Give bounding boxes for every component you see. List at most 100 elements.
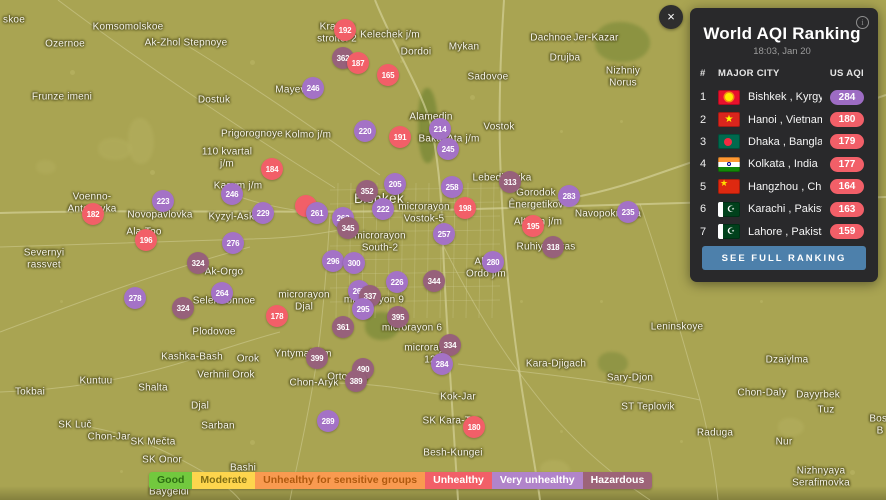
aqi-marker[interactable]: 324 [172, 297, 194, 319]
aqi-marker[interactable]: 264 [211, 282, 233, 304]
aqi-marker[interactable]: 296 [322, 250, 344, 272]
aqi-marker[interactable]: 195 [522, 215, 544, 237]
city-name: Hanoi , Vietnam [748, 114, 822, 126]
map-place-label: Dayyrbek [796, 389, 840, 401]
column-rank: # [700, 68, 710, 79]
city-name: Karachi , Pakistan [748, 203, 822, 215]
aqi-marker[interactable]: 182 [82, 203, 104, 225]
panel-timestamp: 18:03, Jan 20 [700, 46, 864, 57]
aqi-value-badge: 180 [830, 112, 864, 127]
aqi-marker[interactable]: 276 [222, 232, 244, 254]
map-place-label: Severnyi rassvet [24, 248, 65, 271]
map-place-label: Dzaiylma [766, 354, 809, 366]
world-aqi-ranking-panel: i World AQI Ranking 18:03, Jan 20 # MAJO… [690, 8, 878, 282]
aqi-marker[interactable]: 278 [124, 287, 146, 309]
map-place-label: Vostok [483, 121, 514, 133]
legend-item: Hazardous [583, 472, 653, 489]
aqi-marker[interactable]: 196 [135, 229, 157, 251]
map-place-label: microrayon South-2 [354, 231, 405, 254]
aqi-marker[interactable]: 192 [334, 19, 356, 41]
aqi-marker[interactable]: 324 [187, 252, 209, 274]
panel-title: World AQI Ranking [700, 24, 864, 44]
kg-flag-icon [718, 90, 740, 105]
aqi-marker[interactable]: 235 [617, 201, 639, 223]
close-panel-button[interactable]: × [659, 5, 683, 29]
aqi-marker[interactable]: 191 [389, 126, 411, 148]
aqi-value-badge: 177 [830, 157, 864, 172]
map-place-label: 110 kvartal j/m [202, 147, 252, 170]
aqi-marker[interactable]: 223 [152, 190, 174, 212]
map-place-label: Prigorognoye [221, 128, 283, 140]
map-place-label: microrayon Vostok-5 [398, 202, 449, 225]
aqi-marker[interactable]: 352 [356, 180, 378, 202]
ranking-row[interactable]: 6Karachi , Pakistan163 [700, 198, 864, 220]
map-place-label: Nur [776, 436, 793, 448]
map-place-label: Mykan [449, 41, 479, 53]
aqi-marker[interactable]: 246 [221, 183, 243, 205]
aqi-marker[interactable]: 284 [431, 353, 453, 375]
aqi-marker[interactable]: 361 [332, 316, 354, 338]
map-place-label: Tokbai [15, 386, 45, 398]
map-place-label: Sary-Djon [607, 372, 653, 384]
map-place-label: Verhnii Orok [197, 369, 254, 381]
aqi-marker[interactable]: 258 [441, 176, 463, 198]
ranking-row[interactable]: 7Lahore , Pakistan159 [700, 220, 864, 242]
map-place-label: Kolmo j/m [285, 129, 331, 141]
legend-item: Good [149, 472, 192, 489]
aqi-marker[interactable]: 180 [463, 416, 485, 438]
vn-flag-icon [718, 112, 740, 127]
rank-number: 7 [700, 226, 710, 238]
aqi-marker[interactable]: 226 [386, 271, 408, 293]
aqi-marker[interactable]: 399 [306, 347, 328, 369]
aqi-marker[interactable]: 246 [302, 77, 324, 99]
aqi-marker[interactable]: 313 [499, 171, 521, 193]
info-icon[interactable]: i [856, 16, 869, 29]
aqi-marker[interactable]: 178 [266, 305, 288, 327]
aqi-marker[interactable]: 220 [354, 120, 376, 142]
aqi-marker[interactable]: 295 [352, 298, 374, 320]
aqi-marker[interactable]: 318 [542, 236, 564, 258]
aqi-value-badge: 284 [830, 90, 864, 105]
aqi-marker[interactable]: 389 [345, 370, 367, 392]
cn-flag-icon [718, 179, 740, 194]
aqi-marker[interactable]: 198 [454, 197, 476, 219]
aqi-marker[interactable]: 261 [306, 202, 328, 224]
see-full-ranking-button[interactable]: SEE FULL RANKING [702, 246, 866, 270]
ranking-row[interactable]: 4Kolkata , India177 [700, 153, 864, 175]
aqi-marker[interactable]: 289 [317, 410, 339, 432]
aqi-marker[interactable]: 345 [337, 217, 359, 239]
legend-item: Very unhealthy [492, 472, 583, 489]
map-place-label: Chon-Daly [737, 387, 786, 399]
aqi-value-badge: 164 [830, 179, 864, 194]
aqi-marker[interactable]: 184 [261, 158, 283, 180]
map-place-label: SK Onor [142, 454, 182, 466]
aqi-marker[interactable]: 344 [423, 270, 445, 292]
ranking-row[interactable]: 2 Hanoi , Vietnam 180 [700, 108, 864, 130]
map-place-label: Kara-Djigach [526, 358, 586, 370]
aqi-marker[interactable]: 300 [343, 252, 365, 274]
map-place-label: Plodovoe [192, 326, 235, 338]
ranking-rows: 1Bishkek , Kyrgyzstan284 2 Hanoi , Vietnam… [700, 86, 864, 243]
aqi-value-badge: 163 [830, 202, 864, 217]
aqi-marker[interactable]: 280 [482, 251, 504, 273]
map-place-label: Ozernoe [45, 38, 85, 50]
aqi-marker[interactable]: 257 [433, 223, 455, 245]
aqi-marker[interactable]: 245 [437, 138, 459, 160]
aqi-marker[interactable]: 187 [347, 52, 369, 74]
aqi-marker[interactable]: 205 [384, 173, 406, 195]
aqi-marker[interactable]: 222 [372, 198, 394, 220]
ranking-row[interactable]: 3Dhaka , Bangladesh179 [700, 131, 864, 153]
ranking-row[interactable]: 5Hangzhou , China164 [700, 176, 864, 198]
map-place-label: Djal [191, 400, 209, 412]
map-place-label: Ak-Orgo [205, 266, 244, 278]
rank-number: 2 [700, 114, 710, 126]
ranking-row[interactable]: 1Bishkek , Kyrgyzstan284 [700, 86, 864, 108]
aqi-marker[interactable]: 283 [558, 185, 580, 207]
aqi-marker[interactable]: 395 [387, 306, 409, 328]
aqi-marker[interactable]: 229 [252, 202, 274, 224]
aqi-marker[interactable]: 165 [377, 64, 399, 86]
map-place-label: Ak-Zhol Stepnoye [145, 37, 228, 49]
aqi-marker[interactable]: 214 [429, 118, 451, 140]
rank-number: 5 [700, 181, 710, 193]
map-place-label: Kok-Jar [440, 391, 476, 403]
